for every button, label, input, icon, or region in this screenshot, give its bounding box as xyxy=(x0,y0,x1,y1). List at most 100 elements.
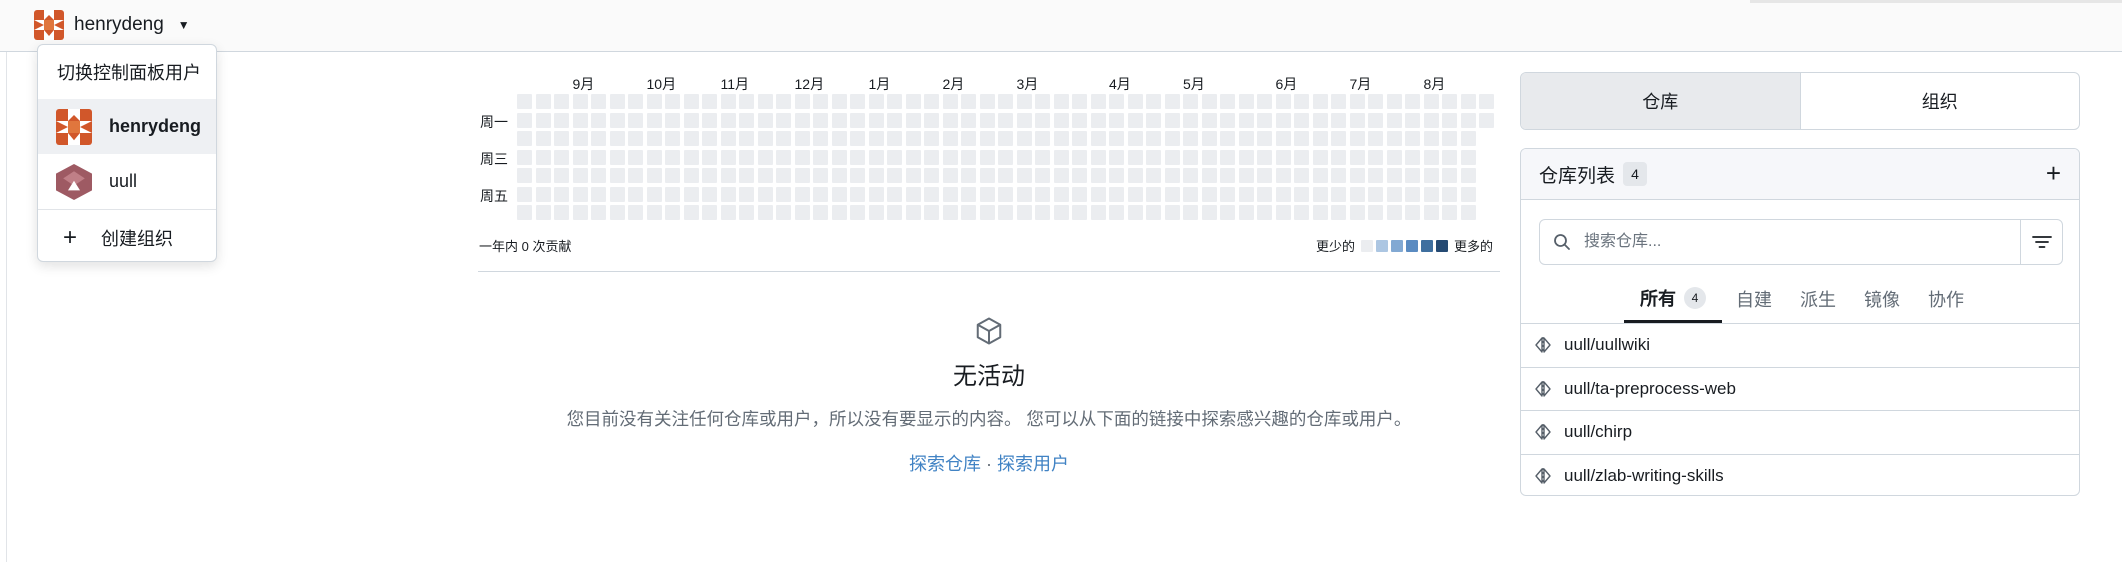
heatmap-day-cell[interactable] xyxy=(1238,205,1254,220)
heatmap-day-cell[interactable] xyxy=(757,168,773,183)
heatmap-day-cell[interactable] xyxy=(1164,168,1180,183)
tab-organizations[interactable]: 组织 xyxy=(1799,73,2080,129)
heatmap-day-cell[interactable] xyxy=(1386,112,1402,128)
filter-icon[interactable] xyxy=(2020,220,2062,264)
heatmap-day-cell[interactable] xyxy=(535,112,551,128)
heatmap-day-cell[interactable] xyxy=(1442,112,1457,128)
heatmap-day-cell[interactable] xyxy=(776,112,791,128)
heatmap-day-cell[interactable] xyxy=(1072,94,1087,109)
heatmap-day-cell[interactable] xyxy=(1090,186,1106,202)
heatmap-day-cell[interactable] xyxy=(591,205,606,220)
heatmap-day-cell[interactable] xyxy=(1072,149,1087,165)
filter-tab-collaborative[interactable]: 协作 xyxy=(1914,275,1978,323)
tab-repositories[interactable]: 仓库 xyxy=(1521,73,1800,129)
heatmap-day-cell[interactable] xyxy=(1146,149,1161,165)
heatmap-day-cell[interactable] xyxy=(1331,94,1346,109)
heatmap-day-cell[interactable] xyxy=(776,94,791,109)
heatmap-day-cell[interactable] xyxy=(554,168,569,183)
heatmap-day-cell[interactable] xyxy=(979,112,995,128)
heatmap-day-cell[interactable] xyxy=(1146,186,1161,202)
heatmap-day-cell[interactable] xyxy=(924,186,939,202)
heatmap-day-cell[interactable] xyxy=(757,94,773,109)
heatmap-day-cell[interactable] xyxy=(720,131,736,146)
heatmap-day-cell[interactable] xyxy=(887,149,902,165)
heatmap-day-cell[interactable] xyxy=(572,149,588,165)
heatmap-day-cell[interactable] xyxy=(924,112,939,128)
heatmap-day-cell[interactable] xyxy=(1386,186,1402,202)
heatmap-day-cell[interactable] xyxy=(1090,112,1106,128)
heatmap-day-cell[interactable] xyxy=(1016,149,1032,165)
heatmap-day-cell[interactable] xyxy=(1201,94,1217,109)
heatmap-day-cell[interactable] xyxy=(683,112,699,128)
heatmap-day-cell[interactable] xyxy=(850,94,865,109)
heatmap-day-cell[interactable] xyxy=(1053,94,1069,109)
heatmap-day-cell[interactable] xyxy=(665,186,680,202)
heatmap-day-cell[interactable] xyxy=(1090,94,1106,109)
heatmap-day-cell[interactable] xyxy=(683,94,699,109)
heatmap-day-cell[interactable] xyxy=(924,168,939,183)
heatmap-day-cell[interactable] xyxy=(591,149,606,165)
repo-list-item[interactable]: uull/ta-preprocess-web xyxy=(1521,368,2079,411)
heatmap-day-cell[interactable] xyxy=(831,149,847,165)
heatmap-day-cell[interactable] xyxy=(517,149,532,165)
heatmap-day-cell[interactable] xyxy=(739,149,754,165)
heatmap-day-cell[interactable] xyxy=(1035,186,1050,202)
heatmap-day-cell[interactable] xyxy=(1201,205,1217,220)
heatmap-day-cell[interactable] xyxy=(1016,168,1032,183)
heatmap-day-cell[interactable] xyxy=(1460,149,1476,165)
heatmap-day-cell[interactable] xyxy=(868,112,884,128)
heatmap-day-cell[interactable] xyxy=(1164,205,1180,220)
heatmap-day-cell[interactable] xyxy=(979,94,995,109)
heatmap-day-cell[interactable] xyxy=(683,131,699,146)
heatmap-day-cell[interactable] xyxy=(739,168,754,183)
heatmap-day-cell[interactable] xyxy=(794,149,810,165)
heatmap-day-cell[interactable] xyxy=(850,112,865,128)
heatmap-day-cell[interactable] xyxy=(1109,149,1124,165)
heatmap-day-cell[interactable] xyxy=(1035,205,1050,220)
heatmap-day-cell[interactable] xyxy=(1109,94,1124,109)
heatmap-day-cell[interactable] xyxy=(517,94,532,109)
heatmap-day-cell[interactable] xyxy=(1201,112,1217,128)
heatmap-day-cell[interactable] xyxy=(517,131,532,146)
heatmap-day-cell[interactable] xyxy=(1220,112,1235,128)
heatmap-day-cell[interactable] xyxy=(757,112,773,128)
heatmap-day-cell[interactable] xyxy=(961,94,976,109)
heatmap-day-cell[interactable] xyxy=(1423,112,1439,128)
heatmap-day-cell[interactable] xyxy=(1183,186,1198,202)
heatmap-day-cell[interactable] xyxy=(757,186,773,202)
repo-list-item[interactable]: uull/uullwiki xyxy=(1521,324,2079,368)
heatmap-day-cell[interactable] xyxy=(1053,205,1069,220)
heatmap-day-cell[interactable] xyxy=(1405,131,1420,146)
heatmap-day-cell[interactable] xyxy=(591,112,606,128)
heatmap-day-cell[interactable] xyxy=(1331,168,1346,183)
heatmap-day-cell[interactable] xyxy=(1201,149,1217,165)
heatmap-day-cell[interactable] xyxy=(794,168,810,183)
heatmap-day-cell[interactable] xyxy=(1220,168,1235,183)
heatmap-day-cell[interactable] xyxy=(572,94,588,109)
heatmap-day-cell[interactable] xyxy=(961,186,976,202)
heatmap-day-cell[interactable] xyxy=(1294,205,1309,220)
new-repo-plus-icon[interactable]: + xyxy=(2046,160,2061,186)
heatmap-day-cell[interactable] xyxy=(1275,131,1291,146)
heatmap-day-cell[interactable] xyxy=(1294,186,1309,202)
create-organization-item[interactable]: + 创建组织 xyxy=(38,210,216,261)
heatmap-day-cell[interactable] xyxy=(1460,112,1476,128)
heatmap-day-cell[interactable] xyxy=(1127,131,1143,146)
heatmap-day-cell[interactable] xyxy=(1331,112,1346,128)
heatmap-day-cell[interactable] xyxy=(1146,205,1161,220)
heatmap-day-cell[interactable] xyxy=(887,131,902,146)
filter-tab-mirrors[interactable]: 镜像 xyxy=(1850,275,1914,323)
heatmap-day-cell[interactable] xyxy=(1442,186,1457,202)
heatmap-day-cell[interactable] xyxy=(905,168,921,183)
heatmap-day-cell[interactable] xyxy=(609,131,625,146)
heatmap-day-cell[interactable] xyxy=(1127,186,1143,202)
heatmap-day-cell[interactable] xyxy=(720,168,736,183)
heatmap-day-cell[interactable] xyxy=(1275,94,1291,109)
heatmap-day-cell[interactable] xyxy=(1349,168,1365,183)
heatmap-day-cell[interactable] xyxy=(1220,94,1235,109)
heatmap-day-cell[interactable] xyxy=(1405,205,1420,220)
heatmap-day-cell[interactable] xyxy=(517,112,532,128)
heatmap-day-cell[interactable] xyxy=(794,131,810,146)
heatmap-day-cell[interactable] xyxy=(887,94,902,109)
heatmap-day-cell[interactable] xyxy=(517,168,532,183)
